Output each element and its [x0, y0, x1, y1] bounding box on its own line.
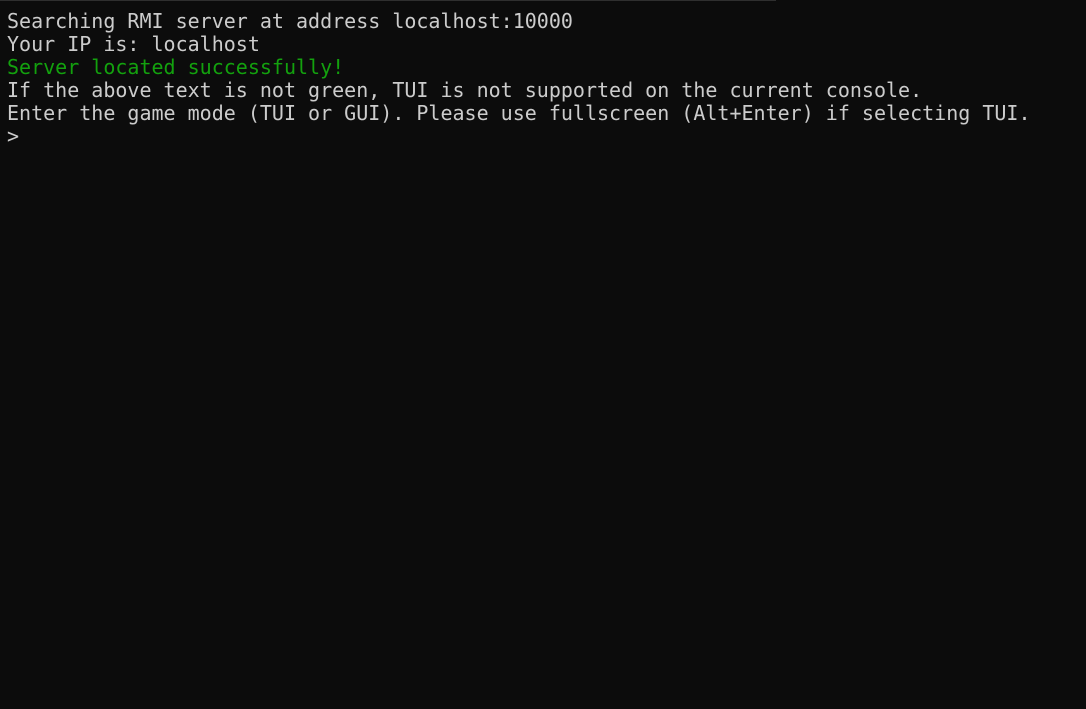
output-line-searching: Searching RMI server at address localhos… — [7, 9, 573, 33]
output-line-tui-warning: If the above text is not green, TUI is n… — [7, 78, 923, 102]
output-line-game-mode-prompt: Enter the game mode (TUI or GUI). Please… — [7, 101, 1031, 125]
window-top-edge — [0, 0, 776, 1]
terminal-window[interactable]: Searching RMI server at address localhos… — [0, 0, 1086, 709]
input-prompt-row: > — [7, 125, 1086, 148]
prompt-symbol: > — [7, 124, 20, 148]
command-input[interactable] — [23, 125, 924, 148]
output-line-ip: Your IP is: localhost — [7, 32, 260, 56]
output-line-success: Server located successfully! — [7, 55, 345, 79]
